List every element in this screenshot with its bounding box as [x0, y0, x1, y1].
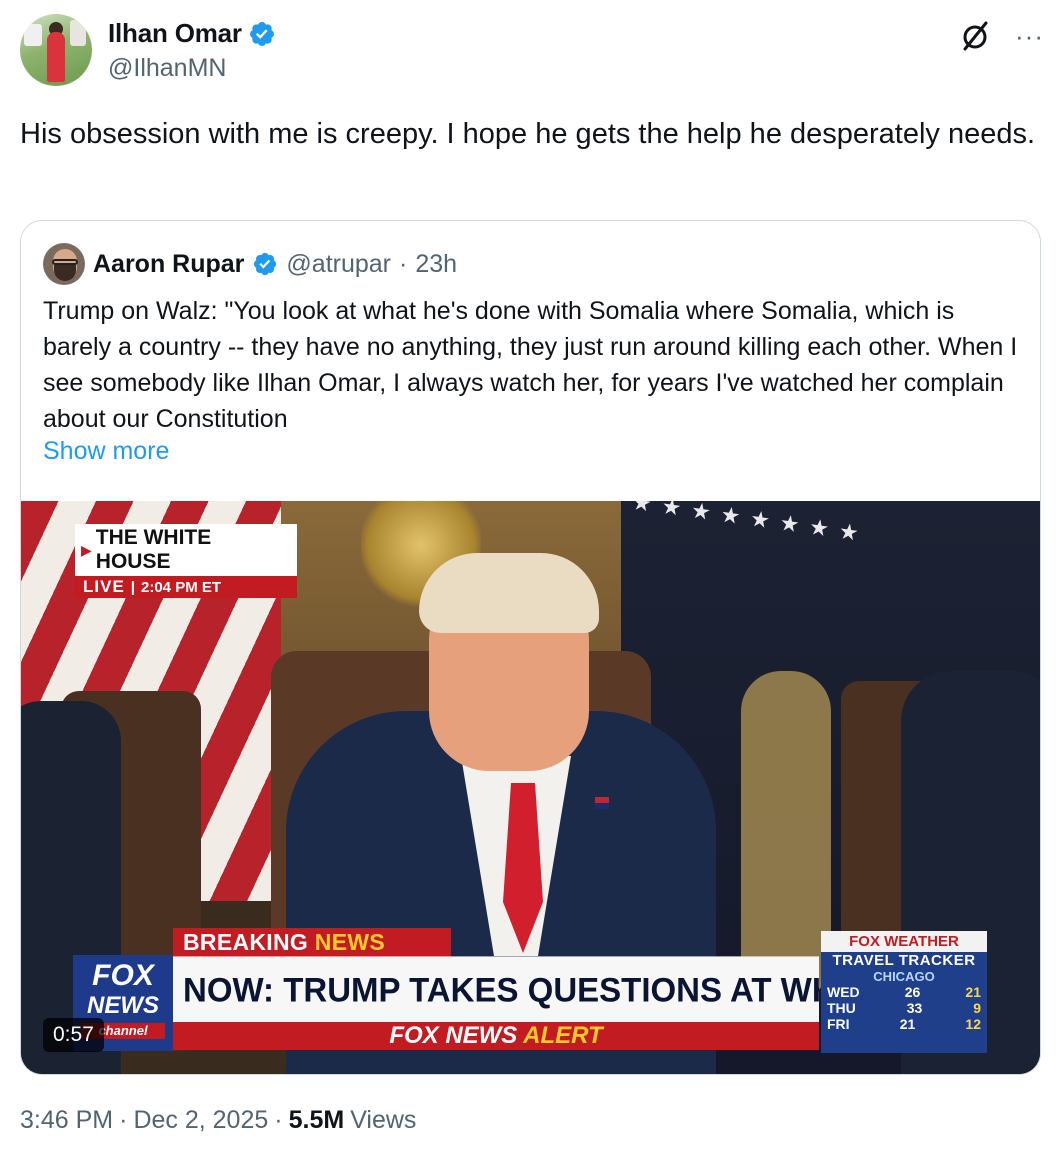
weather-widget: FOX WEATHER TRAVEL TRACKER CHICAGO WED 2…: [821, 931, 987, 1053]
breaking-news-banner: BREAKING NEWS: [173, 928, 451, 958]
tweet-time[interactable]: 3:46 PM: [20, 1106, 113, 1135]
quoted-author-avatar[interactable]: [43, 243, 85, 285]
weather-high: 26: [904, 984, 921, 1000]
quoted-tweet-header: Aaron Rupar @atrupar · 23h: [43, 243, 457, 285]
chyron-location: THE WHITE HOUSE: [95, 526, 212, 573]
tweet-date[interactable]: Dec 2, 2025: [133, 1106, 268, 1135]
video-speaker-hair: [419, 553, 599, 633]
tweet-header: Ilhan Omar @IlhanMN ···: [20, 14, 1044, 88]
footer-separator: ·: [119, 1106, 128, 1134]
more-icon[interactable]: ···: [1015, 23, 1044, 49]
quoted-verified-badge-icon: [254, 252, 277, 276]
weather-row: THU 33 9: [821, 1000, 987, 1016]
views-count: 5.5M: [288, 1106, 345, 1134]
meta-separator: ·: [399, 249, 408, 278]
breaking-label: BREAKING: [183, 929, 309, 955]
weather-title: TRAVEL TRACKER: [832, 952, 976, 969]
show-more-link[interactable]: Show more: [43, 437, 169, 466]
weather-row: WED 26 21: [821, 984, 987, 1000]
tweet-top-actions: ···: [957, 18, 1044, 54]
weather-day: WED: [827, 984, 860, 1000]
author-display-name[interactable]: Ilhan Omar: [108, 18, 242, 49]
logo-line-2: NEWS: [87, 992, 159, 1019]
author-handle[interactable]: @IlhanMN: [108, 54, 226, 83]
footer-separator: ·: [274, 1106, 283, 1134]
weather-city: CHICAGO: [873, 969, 935, 984]
chyron-time: 2:04 PM ET: [141, 578, 222, 596]
quoted-author-display-name[interactable]: Aaron Rupar: [93, 250, 244, 279]
weather-low: 9: [973, 1000, 981, 1016]
grok-icon[interactable]: [957, 18, 993, 54]
weather-low: 12: [965, 1016, 981, 1032]
weather-brand: FOX WEATHER: [821, 931, 987, 952]
weather-row: FRI 21 12: [821, 1016, 987, 1032]
chyron-divider: |: [130, 578, 135, 596]
video-live-chyron: ▶ THE WHITE HOUSE LIVE | 2:04 PM ET: [75, 524, 297, 598]
news-alert-bar: FOX NEWS ALERT: [173, 1022, 819, 1050]
weather-high: 33: [906, 1000, 923, 1016]
video-player[interactable]: ★ ★ ★ ★ ★ ★ ★ ★ ▶ THE WHITE HOUSE LIVE | 2:…: [21, 501, 1040, 1074]
weather-day: THU: [827, 1000, 856, 1016]
chyron-live-label: LIVE: [83, 577, 125, 596]
alert-brand: FOX NEWS: [389, 1022, 518, 1049]
video-duration-badge: 0:57: [43, 1018, 104, 1052]
breaking-news-word: NEWS: [314, 929, 385, 955]
quoted-tweet-card[interactable]: Aaron Rupar @atrupar · 23h Trump on Walz…: [20, 220, 1041, 1075]
tweet-footer: 3:46 PM · Dec 2, 2025 · 5.5M Views: [20, 1106, 416, 1135]
alert-word: ALERT: [523, 1022, 603, 1049]
tweet-text: His obsession with me is creepy. I hope …: [20, 118, 1036, 150]
weather-low: 21: [965, 984, 981, 1000]
logo-line-1: FOX: [92, 959, 154, 992]
verified-badge-icon: [249, 21, 274, 46]
video-flag-pin: [595, 797, 609, 809]
author-name-row: Ilhan Omar: [108, 18, 276, 49]
author-avatar[interactable]: [20, 14, 92, 86]
play-triangle-icon: ▶: [81, 541, 92, 558]
weather-high: 21: [899, 1016, 916, 1032]
quoted-author-handle[interactable]: @atrupar: [286, 250, 391, 279]
quoted-tweet-age[interactable]: 23h: [415, 250, 457, 279]
weather-day: FRI: [827, 1016, 850, 1032]
news-headline: NOW: TRUMP TAKES QUESTIONS AT WHITE HOUS…: [173, 956, 819, 1024]
quoted-tweet-text: Trump on Walz: "You look at what he's do…: [43, 297, 1018, 433]
views-label: Views: [350, 1106, 417, 1134]
video-flag-fringe: [741, 671, 831, 1001]
